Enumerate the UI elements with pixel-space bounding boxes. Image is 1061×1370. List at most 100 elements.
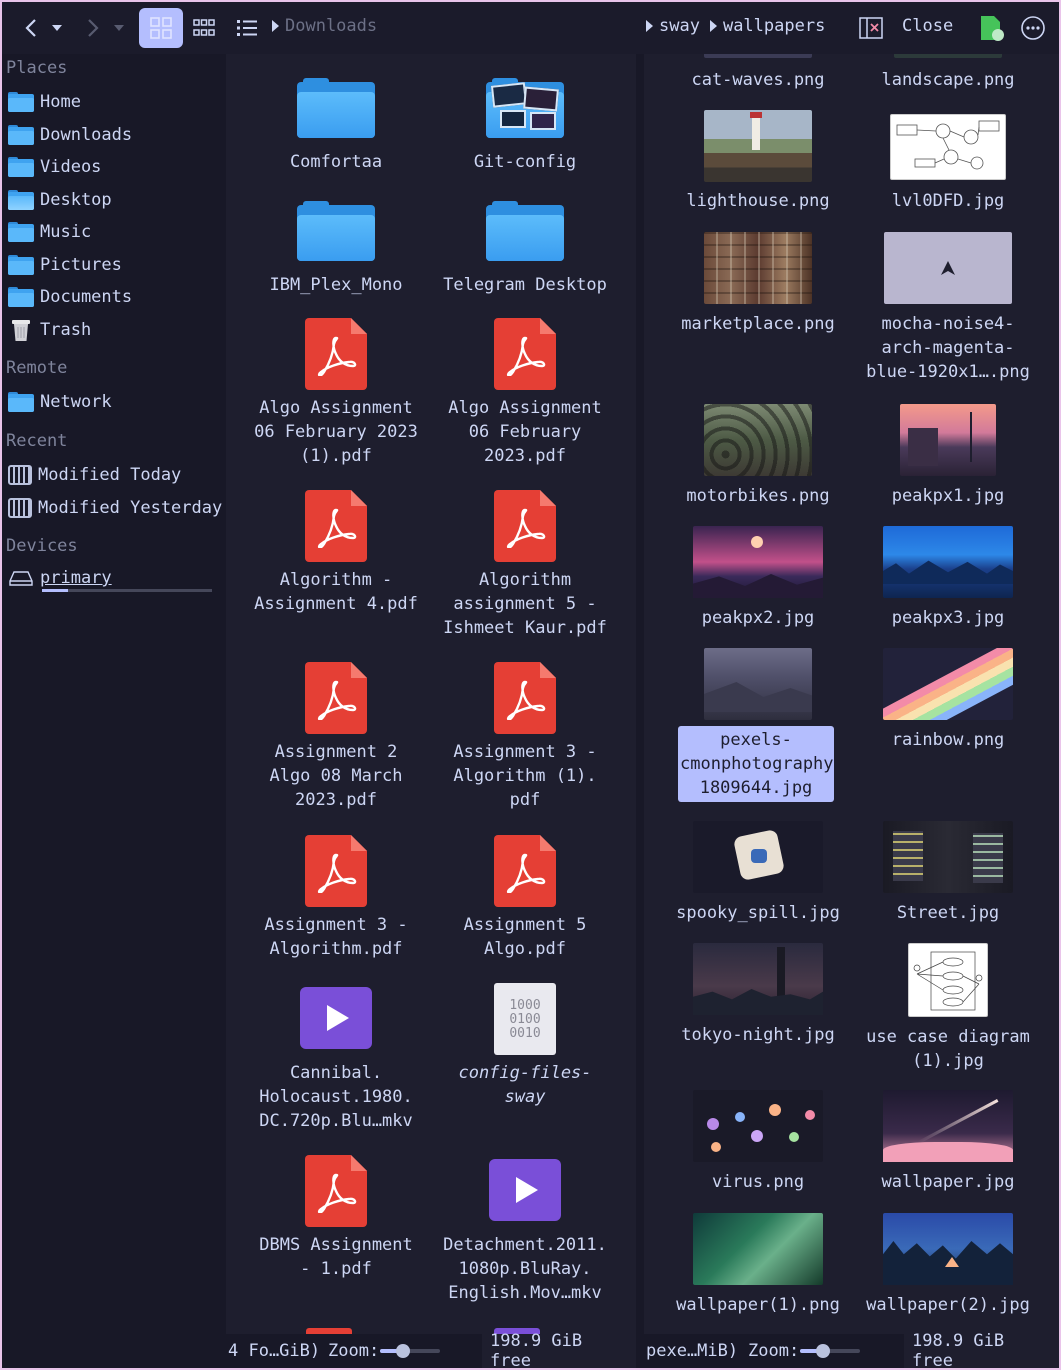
zoom-slider[interactable]: [800, 1344, 860, 1358]
selection-summary: pexe…MiB): [646, 1341, 739, 1361]
file-item[interactable]: Comfortaa: [246, 78, 426, 178]
file-name: Comfortaa: [289, 152, 383, 172]
file-name: peakpx1.jpg: [891, 486, 1005, 506]
file-name: Assignment 3 - Algorithm (1). pdf: [453, 742, 597, 810]
breadcrumb-wallpapers[interactable]: wallpapers: [723, 16, 825, 36]
sidebar-item-label: Modified Today: [38, 465, 182, 485]
downloads-folder-icon: [8, 125, 34, 145]
image-thumbnail: [883, 1090, 1013, 1162]
sidebar-item-label: Downloads: [40, 125, 133, 145]
image-thumbnail: [883, 1213, 1013, 1285]
grid-view-large-icon[interactable]: [139, 8, 183, 48]
binary-file-icon: 1000 0100 0010: [494, 983, 556, 1055]
file-item[interactable]: landscape.png: [858, 54, 1038, 94]
remote-header: Remote: [6, 358, 68, 378]
pdf-icon: [494, 835, 556, 907]
file-name: Cannibal. Holocaust.1980. DC.720p.Blu…mk…: [259, 1063, 413, 1131]
sidebar-item-primary[interactable]: primary: [8, 564, 112, 592]
pane-divider[interactable]: [636, 54, 644, 1368]
sidebar-item-music[interactable]: Music: [8, 218, 91, 246]
new-document-icon[interactable]: [978, 14, 1006, 42]
file-name: marketplace.png: [681, 314, 835, 334]
location-placeholder[interactable]: Downloads: [285, 16, 377, 36]
list-view-icon[interactable]: [232, 14, 262, 42]
image-thumbnail: [704, 404, 812, 476]
file-name: rainbow.png: [891, 730, 1005, 750]
sidebar-item-downloads[interactable]: Downloads: [8, 121, 132, 149]
zoom-slider[interactable]: [380, 1344, 440, 1358]
more-options-icon[interactable]: [1019, 14, 1047, 42]
sidebar-item-label: primary: [40, 568, 112, 588]
location-bar[interactable]: Downloads: [272, 16, 377, 36]
documents-folder-icon: [8, 287, 34, 307]
video-icon: [300, 987, 372, 1049]
grid-view-compact-icon[interactable]: [189, 14, 219, 42]
sidebar-item-trash[interactable]: Trash: [8, 316, 91, 344]
sidebar-item-label: Pictures: [40, 255, 122, 275]
back-history-dropdown-icon[interactable]: [46, 14, 68, 42]
image-thumbnail: [894, 54, 1002, 58]
image-thumbnail: [704, 110, 812, 182]
sidebar-item-desktop[interactable]: Desktop: [8, 186, 112, 214]
pdf-icon: [305, 318, 367, 390]
file-name: Algo Assignment 06 February 2023 (1).pdf: [254, 398, 418, 466]
primary-usage-fill: [42, 589, 68, 592]
zoom-slider-handle[interactable]: [396, 1344, 410, 1358]
primary-usage-bar: [42, 589, 212, 592]
sidebar-item-home[interactable]: Home: [8, 88, 81, 116]
music-folder-icon: [8, 222, 34, 242]
file-item[interactable]: Telegram Desktop: [435, 201, 615, 301]
image-thumbnail: [883, 526, 1013, 598]
videos-folder-icon: [8, 157, 34, 177]
file-name: peakpx3.jpg: [891, 608, 1005, 628]
diagram-thumbnail: [908, 943, 988, 1017]
file-item[interactable]: Git-config: [435, 78, 615, 178]
toolbar: Downloads sway wallpapers Close: [2, 2, 1059, 54]
file-name: Algorithm - Assignment 4.pdf: [254, 570, 418, 614]
calendar-icon: [8, 465, 32, 485]
image-thumbnail: [704, 54, 812, 58]
file-name: Assignment 2 Algo 08 March 2023.pdf: [269, 742, 403, 810]
sidebar-item-videos[interactable]: Videos: [8, 153, 101, 181]
file-item[interactable]: IBM_Plex_Mono: [246, 201, 426, 301]
trash-icon: [8, 318, 34, 342]
forward-icon[interactable]: [80, 14, 106, 42]
pdf-icon: [305, 662, 367, 734]
close-button[interactable]: Close: [902, 16, 953, 36]
file-name: cat-waves.png: [691, 70, 825, 90]
sidebar-item-label: Music: [40, 222, 92, 242]
back-icon[interactable]: [18, 14, 44, 42]
close-label[interactable]: Close: [902, 16, 953, 36]
drive-icon: [8, 570, 34, 586]
free-space-label: 198.9 GiB free: [490, 1331, 583, 1368]
sidebar-item-modified-yesterday[interactable]: Modified Yesterday: [8, 494, 222, 522]
file-item[interactable]: cat-waves.png: [668, 54, 848, 94]
devices-header: Devices: [6, 536, 78, 556]
right-pane: cat-waves.png landscape.png lighthouse.p…: [644, 54, 1059, 1334]
file-name: lighthouse.png: [686, 191, 830, 211]
breadcrumb-sway[interactable]: sway: [659, 16, 700, 36]
forward-history-dropdown-icon[interactable]: [108, 14, 130, 42]
left-pane: Comfortaa Git-config IBM_Plex_Mono Teleg…: [226, 54, 636, 1334]
pdf-icon: [305, 835, 367, 907]
sidebar-item-network[interactable]: Network: [8, 388, 112, 416]
file-name: use case diagram (1).jpg: [866, 1027, 1030, 1071]
home-folder-icon: [8, 92, 34, 112]
close-split-icon[interactable]: [858, 16, 884, 40]
sidebar-item-label: Desktop: [40, 190, 112, 210]
file-name: Detachment.2011. 1080p.BluRay. English.M…: [443, 1235, 607, 1303]
file-name: Algorithm assignment 5 - Ishmeet Kaur.pd…: [443, 570, 607, 638]
selection-summary: 4 Fo…GiB): [228, 1341, 321, 1361]
sidebar-item-modified-today[interactable]: Modified Today: [8, 461, 181, 489]
sidebar-item-documents[interactable]: Documents: [8, 283, 132, 311]
image-thumbnail: [883, 821, 1013, 893]
zoom-slider-handle[interactable]: [816, 1344, 830, 1358]
file-name: IBM_Plex_Mono: [269, 275, 403, 295]
image-thumbnail: [883, 648, 1013, 720]
right-status-bar: pexe…MiB) Zoom: 198.9 GiB free: [644, 1331, 1059, 1368]
sidebar-item-pictures[interactable]: Pictures: [8, 251, 122, 279]
file-name: motorbikes.png: [686, 486, 830, 506]
file-name: Assignment 3 - Algorithm.pdf: [264, 915, 408, 959]
image-thumbnail: [693, 1090, 823, 1162]
breadcrumb-arrow-icon: [646, 20, 653, 32]
